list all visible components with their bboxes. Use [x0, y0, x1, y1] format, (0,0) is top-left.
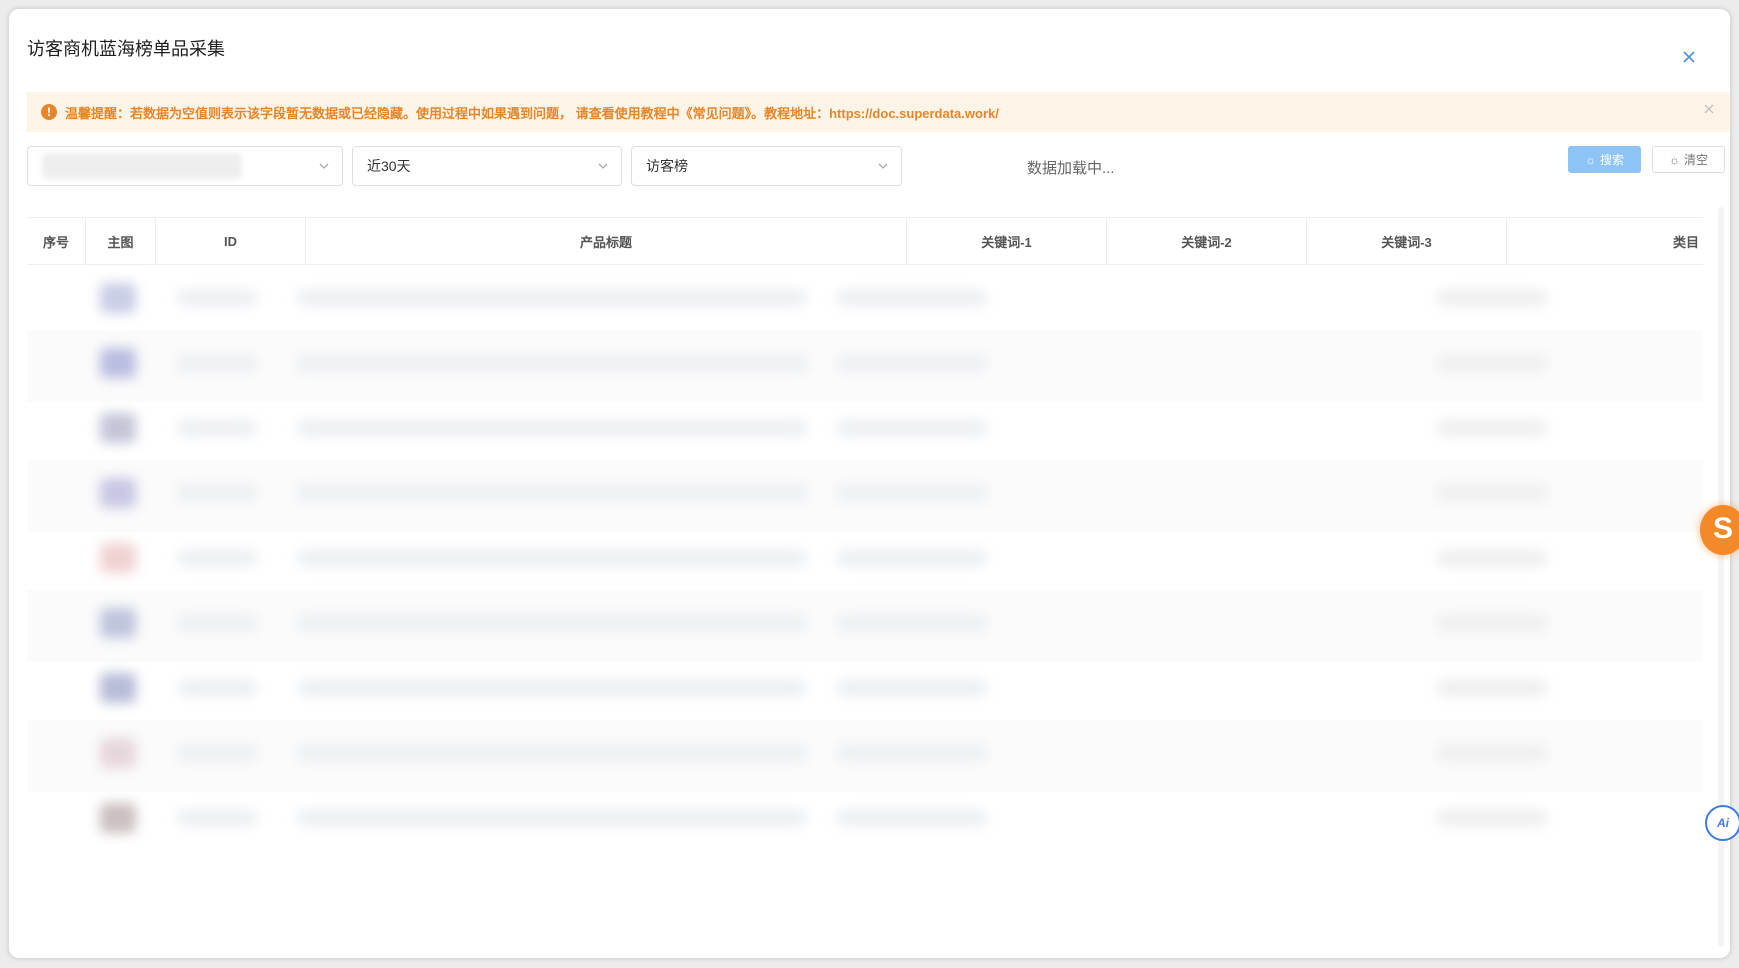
- row-title-placeholder: [297, 289, 807, 306]
- table-row: [27, 525, 1703, 597]
- chevron-down-icon: [878, 163, 888, 169]
- table-row: [27, 265, 1703, 337]
- row-title-placeholder: [297, 354, 807, 371]
- row-title-placeholder: [297, 744, 807, 761]
- row-keyword-placeholder: [837, 419, 987, 436]
- col-category: 类目: [1672, 234, 1699, 250]
- row-category-placeholder: [1437, 679, 1547, 696]
- collect-dialog: 访客商机蓝海榜单品采集 ! 温馨提醒：若数据为空值则表示该字段暂无数据或已经隐藏…: [9, 9, 1730, 958]
- row-title-placeholder: [297, 809, 807, 826]
- ai-assistant-icon[interactable]: Ai: [1705, 805, 1739, 841]
- row-title-placeholder: [297, 419, 807, 436]
- row-image-placeholder: [100, 282, 136, 313]
- row-id-placeholder: [177, 809, 257, 826]
- rank-type-select-value: 访客榜: [646, 158, 688, 174]
- period-select-value: 近30天: [367, 158, 411, 174]
- close-icon[interactable]: [1681, 49, 1697, 65]
- row-category-placeholder: [1437, 419, 1547, 436]
- row-category-placeholder: [1437, 289, 1547, 306]
- row-image-placeholder: [100, 542, 136, 573]
- shop-select[interactable]: [27, 146, 343, 186]
- row-category-placeholder: [1437, 809, 1547, 826]
- row-image-placeholder: [100, 672, 136, 703]
- chevron-down-icon: [319, 163, 329, 169]
- col-keyword-2: 关键词-2: [1107, 218, 1307, 264]
- col-index: 序号: [27, 218, 86, 264]
- row-image-placeholder: [100, 412, 136, 443]
- row-image-placeholder: [100, 347, 136, 378]
- clear-button-label: 清空: [1683, 153, 1708, 167]
- table-row: [27, 785, 1703, 857]
- table-row: [27, 460, 1703, 532]
- row-id-placeholder: [177, 289, 257, 306]
- table-row: [27, 395, 1703, 467]
- row-title-placeholder: [297, 679, 807, 696]
- row-image-placeholder: [100, 802, 136, 833]
- col-image: 主图: [86, 218, 156, 264]
- alert-close-icon[interactable]: [1704, 104, 1714, 114]
- row-image-placeholder: [100, 737, 136, 768]
- table-header: 序号 主图 ID 产品标题 关键词-1 关键词-2 关键词-3 类目: [27, 217, 1703, 265]
- loading-status: 数据加载中...: [1027, 160, 1115, 177]
- row-category-placeholder: [1437, 484, 1547, 501]
- table-body: [27, 265, 1703, 958]
- row-keyword-placeholder: [837, 679, 987, 696]
- row-category-placeholder: [1437, 354, 1547, 371]
- row-id-placeholder: [177, 419, 257, 436]
- period-select[interactable]: 近30天: [352, 146, 622, 186]
- rank-type-select[interactable]: 访客榜: [631, 146, 902, 186]
- alert-text: 温馨提醒：若数据为空值则表示该字段暂无数据或已经隐藏。使用过程中如果遇到问题， …: [65, 105, 999, 121]
- table-row: [27, 720, 1703, 792]
- search-button[interactable]: ☼ 搜索: [1568, 146, 1641, 173]
- row-category-placeholder: [1437, 744, 1547, 761]
- loading-spinner-icon: ☼: [1584, 152, 1596, 167]
- col-keyword-1: 关键词-1: [907, 218, 1107, 264]
- col-id: ID: [156, 218, 306, 264]
- clear-button[interactable]: ☼ 清空: [1652, 146, 1725, 173]
- row-category-placeholder: [1437, 549, 1547, 566]
- row-keyword-placeholder: [837, 484, 987, 501]
- row-keyword-placeholder: [837, 614, 987, 631]
- row-keyword-placeholder: [837, 809, 987, 826]
- table-row: [27, 655, 1703, 727]
- col-title: 产品标题: [306, 218, 907, 264]
- row-id-placeholder: [177, 744, 257, 761]
- row-id-placeholder: [177, 354, 257, 371]
- table-row: [27, 330, 1703, 402]
- row-keyword-placeholder: [837, 744, 987, 761]
- product-table: 序号 主图 ID 产品标题 关键词-1 关键词-2 关键词-3 类目: [27, 217, 1703, 958]
- row-id-placeholder: [177, 614, 257, 631]
- table-row: [27, 590, 1703, 662]
- loading-spinner-icon: ☼: [1668, 152, 1680, 167]
- col-keyword-3: 关键词-3: [1307, 218, 1507, 264]
- row-image-placeholder: [100, 607, 136, 638]
- row-title-placeholder: [297, 614, 807, 631]
- shop-select-value: [42, 153, 242, 179]
- tip-alert: ! 温馨提醒：若数据为空值则表示该字段暂无数据或已经隐藏。使用过程中如果遇到问题…: [27, 92, 1730, 132]
- row-keyword-placeholder: [837, 549, 987, 566]
- row-title-placeholder: [297, 549, 807, 566]
- chevron-down-icon: [598, 163, 608, 169]
- row-keyword-placeholder: [837, 354, 987, 371]
- row-category-placeholder: [1437, 614, 1547, 631]
- s-plugin-icon[interactable]: S: [1700, 505, 1739, 555]
- row-id-placeholder: [177, 484, 257, 501]
- warning-icon: !: [41, 104, 57, 120]
- search-button-label: 搜索: [1599, 153, 1624, 167]
- row-id-placeholder: [177, 679, 257, 696]
- row-id-placeholder: [177, 549, 257, 566]
- row-image-placeholder: [100, 477, 136, 508]
- row-title-placeholder: [297, 484, 807, 501]
- row-keyword-placeholder: [837, 289, 987, 306]
- dialog-title: 访客商机蓝海榜单品采集: [27, 39, 225, 59]
